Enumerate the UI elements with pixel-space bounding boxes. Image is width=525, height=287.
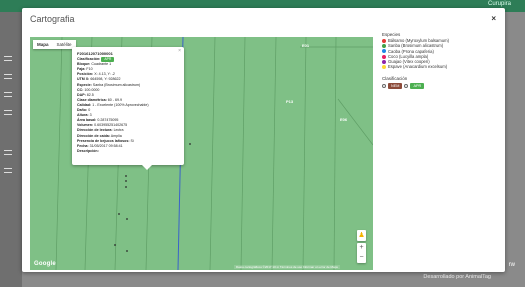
modal-title: Cartografia <box>30 14 75 24</box>
menu-icon[interactable] <box>4 150 12 155</box>
close-icon[interactable]: × <box>178 48 181 54</box>
parcel-label: E01 <box>302 43 310 48</box>
parcel-label: P13 <box>286 99 294 104</box>
legend-dot-icon <box>382 49 386 54</box>
info-key: Clasificación: <box>77 57 101 62</box>
info-value: Amplia <box>110 133 122 138</box>
info-key: Altura: <box>77 113 89 118</box>
background-partial-text: rw <box>508 262 515 268</box>
legend-dot-icon <box>382 43 386 48</box>
info-value: 0.287475095 <box>97 118 119 123</box>
info-value: 0.603955251402675 <box>94 123 128 128</box>
info-value: 3 <box>89 113 92 118</box>
tab-mapa[interactable]: Mapa <box>33 40 53 49</box>
info-key: DAP: <box>77 92 86 97</box>
species-legend: Especies Bálsamo (Myroxylum balsamum) Sa… <box>382 32 500 89</box>
info-row: Descripción: <box>77 149 179 154</box>
map-type-tabs: Mapa Satélite <box>33 40 76 49</box>
zoom-out-button[interactable]: − <box>357 253 366 263</box>
google-logo: Google <box>34 261 56 267</box>
info-key: Dirección de lectura: <box>77 128 113 133</box>
info-value: Lectra <box>113 128 124 133</box>
info-key: Fecha: <box>77 143 89 148</box>
info-key: Volumen: <box>77 123 94 128</box>
menu-icon[interactable] <box>4 168 12 173</box>
menu-icon[interactable] <box>4 56 12 61</box>
status-badge: APR <box>101 57 115 62</box>
filter-apr-button[interactable]: APR <box>410 82 425 89</box>
info-value: X: 4.13, Y: -2 <box>94 72 115 77</box>
info-value: Sanba (Brosimum alicastrum) <box>92 82 141 87</box>
info-value: 0 <box>88 108 91 113</box>
zoom-control: + − <box>357 243 366 263</box>
filter-nem-button[interactable]: NEM <box>388 82 403 89</box>
clasificacion-radio[interactable] <box>382 83 386 88</box>
pegman-icon[interactable]: ♟ <box>357 230 366 241</box>
info-key: Faja: <box>77 67 86 72</box>
info-value: F10 <box>86 67 93 72</box>
footer-credit: Desarrollado por AnimalTag <box>423 274 491 280</box>
menu-icon[interactable] <box>4 110 12 115</box>
info-value: Cuadrante 1 <box>91 62 112 67</box>
info-value: 1 - Excelente (100% Aprovechable) <box>92 102 149 107</box>
legend-dot-icon <box>382 38 386 43</box>
map-view[interactable]: Mapa Satélite E01 P13 E06 × F20161207100… <box>30 37 373 270</box>
zoom-in-button[interactable]: + <box>357 243 366 253</box>
clasificacion-radio[interactable] <box>404 83 409 88</box>
legend-item: Espave (Anacardium excelsum) <box>382 64 500 69</box>
cartography-modal: Cartografia × Mapa Satélite E01 P13 E06 … <box>22 8 505 272</box>
parcel-label: E06 <box>340 117 348 122</box>
info-value: 31/05/2017 09:58:41 <box>89 143 123 148</box>
menu-icon[interactable] <box>4 92 12 97</box>
legend-title: Especies <box>382 32 401 37</box>
background-sidebar <box>0 12 22 287</box>
info-key: Descripción: <box>77 148 99 153</box>
info-key: Bloque: <box>77 62 91 67</box>
info-key: Clase diamétrica: <box>77 97 107 102</box>
info-key: Dirección de caída: <box>77 133 110 138</box>
close-icon[interactable]: × <box>491 14 496 23</box>
info-value: 100.0000 <box>84 87 100 92</box>
info-key: Especie: <box>77 82 92 87</box>
legend-label: Espave (Anacardium excelsum) <box>388 64 448 70</box>
info-key: Área basal: <box>77 118 97 123</box>
legend-dot-icon <box>382 65 386 70</box>
info-key: Calidad: <box>77 102 92 107</box>
info-value: 60 - 69.9 <box>107 97 122 102</box>
info-value: 82.5 <box>86 92 94 97</box>
tree-info-window: × F201612071000001 Clasificación: APR Bl… <box>72 47 184 170</box>
legend-dot-icon <box>382 59 386 64</box>
info-value: 664598, Y: 928622 <box>90 77 121 82</box>
info-key: CC: <box>77 87 84 92</box>
info-key: Presencia de bejucos lañosos: <box>77 138 130 143</box>
user-label[interactable]: Curupira <box>488 1 511 7</box>
info-key: UTM X: <box>77 77 90 82</box>
info-key: Posición: <box>77 72 94 77</box>
clasificacion-filter: NEM APR <box>382 82 500 89</box>
page: Curupira rw Desarrollado por AnimalTag C… <box>0 0 525 287</box>
tree-id: F201612071000001 <box>77 51 113 56</box>
clasificacion-title: Clasificación <box>382 75 408 81</box>
info-key: Daño: <box>77 108 88 113</box>
legend-dot-icon <box>382 54 386 59</box>
map-attribution[interactable]: Datos cartográficos ©2017 10 m Términos … <box>234 265 340 269</box>
menu-icon[interactable] <box>4 74 12 79</box>
info-value: Si <box>130 138 134 143</box>
